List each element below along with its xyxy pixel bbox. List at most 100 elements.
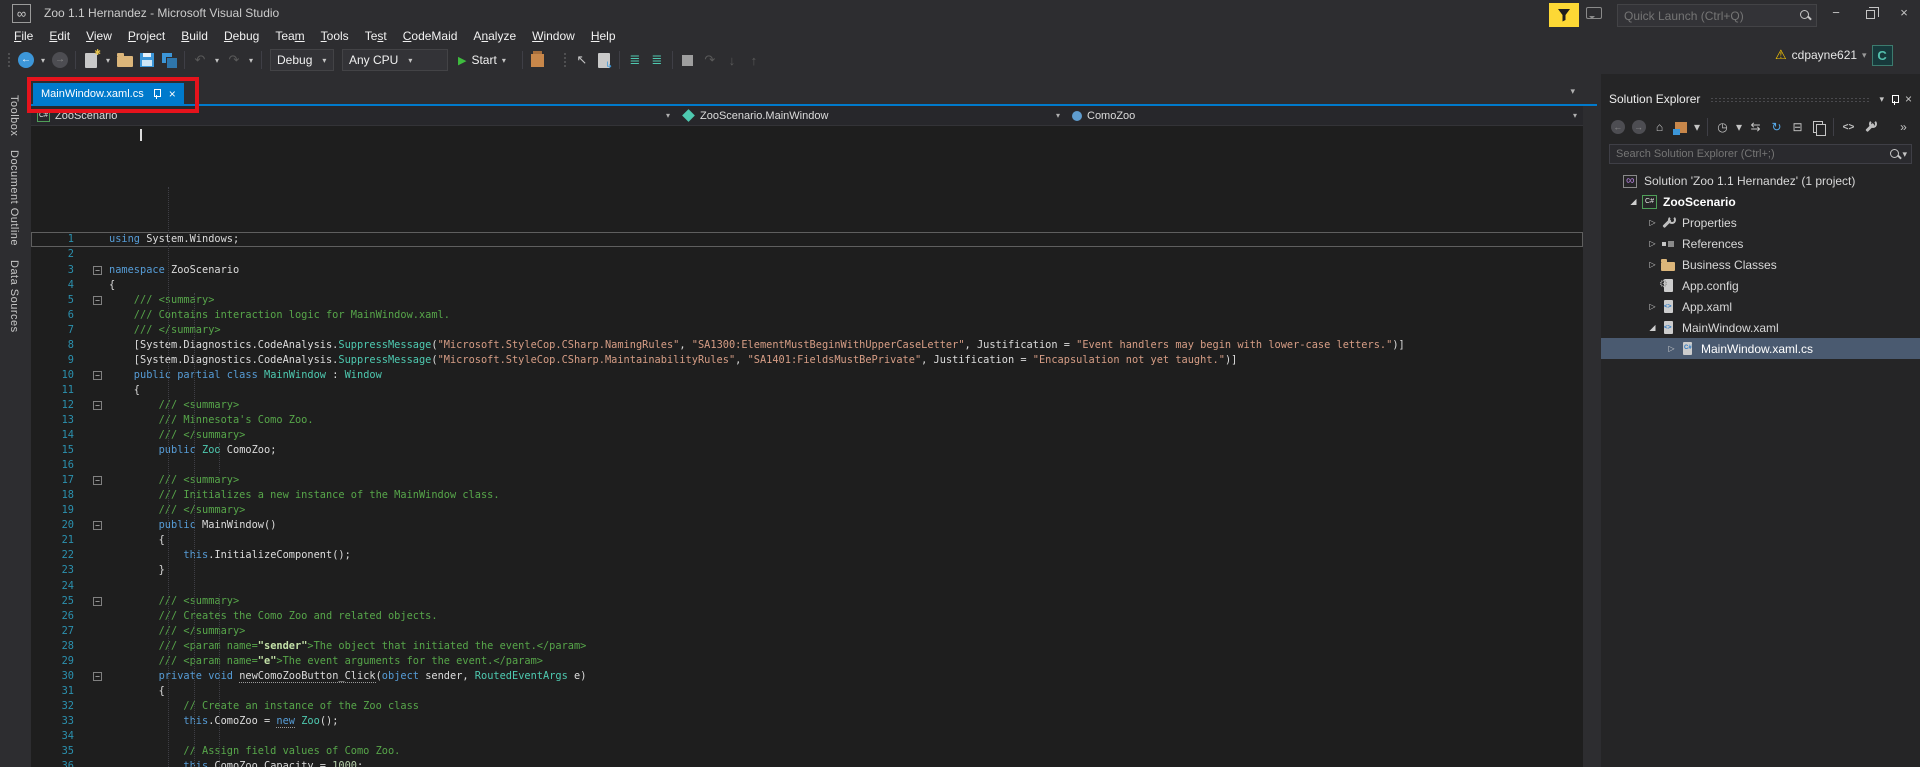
step-over-button[interactable]: ↷ bbox=[700, 49, 720, 71]
maximize-button[interactable] bbox=[1856, 4, 1884, 24]
code-line[interactable]: 3−namespace ZooScenario bbox=[31, 263, 1583, 278]
tab-close-icon[interactable]: × bbox=[169, 89, 176, 99]
code-line[interactable]: 22 this.InitializeComponent(); bbox=[31, 548, 1583, 563]
panel-close-icon[interactable]: × bbox=[1905, 92, 1912, 106]
fold-collapse-icon[interactable]: − bbox=[93, 266, 102, 275]
document-tab[interactable]: MainWindow.xaml.cs × bbox=[33, 83, 184, 104]
tree-item[interactable]: ▷Properties bbox=[1601, 212, 1920, 233]
tree-item[interactable]: ▷References bbox=[1601, 233, 1920, 254]
code-area[interactable]: 1using System.Windows;23−namespace ZooSc… bbox=[31, 127, 1583, 767]
navigate-back-dropdown[interactable]: ▾ bbox=[38, 49, 48, 71]
navigate-back-button[interactable]: ← bbox=[16, 49, 36, 71]
new-file-button[interactable] bbox=[81, 49, 101, 71]
tree-item[interactable]: Solution 'Zoo 1.1 Hernandez' (1 project) bbox=[1601, 170, 1920, 191]
solution-platform-combo[interactable]: Any CPU ▾ bbox=[342, 49, 448, 71]
code-line[interactable]: 26 /// Creates the Como Zoo and related … bbox=[31, 609, 1583, 624]
menu-item-team[interactable]: Team bbox=[267, 27, 312, 45]
fold-collapse-icon[interactable]: − bbox=[93, 476, 102, 485]
tree-item[interactable]: App.config bbox=[1601, 275, 1920, 296]
expander-icon[interactable]: ▷ bbox=[1645, 218, 1660, 227]
code-line[interactable]: 7 /// </summary> bbox=[31, 323, 1583, 338]
search-options-dropdown-icon[interactable]: ▾ bbox=[1902, 149, 1907, 160]
menu-item-analyze[interactable]: Analyze bbox=[465, 27, 524, 45]
code-line[interactable]: 15 public Zoo ComoZoo; bbox=[31, 443, 1583, 458]
code-line[interactable]: 5− /// <summary> bbox=[31, 293, 1583, 308]
save-button[interactable] bbox=[137, 49, 157, 71]
solution-configuration-combo[interactable]: Debug ▾ bbox=[270, 49, 334, 71]
pin-icon[interactable] bbox=[152, 88, 161, 99]
expander-icon[interactable]: ◢ bbox=[1626, 197, 1641, 206]
fold-collapse-icon[interactable]: − bbox=[93, 521, 102, 530]
toolbar-grip[interactable] bbox=[563, 52, 568, 68]
redo-button[interactable]: ↷ bbox=[224, 49, 244, 71]
code-line[interactable]: 32 // Create an instance of the Zoo clas… bbox=[31, 699, 1583, 714]
code-line[interactable]: 17− /// <summary> bbox=[31, 473, 1583, 488]
code-line[interactable]: 25− /// <summary> bbox=[31, 594, 1583, 609]
forward-button[interactable]: → bbox=[1629, 117, 1648, 137]
expander-icon[interactable]: ▷ bbox=[1645, 302, 1660, 311]
expander-icon[interactable]: ▷ bbox=[1645, 239, 1660, 248]
redo-dropdown[interactable]: ▾ bbox=[246, 49, 256, 71]
find-in-file-button[interactable] bbox=[594, 49, 614, 71]
code-line[interactable]: 12− /// <summary> bbox=[31, 398, 1583, 413]
switch-views-dropdown[interactable]: ▾ bbox=[1692, 117, 1702, 137]
code-line[interactable]: 35 // Assign field values of Como Zoo. bbox=[31, 744, 1583, 759]
fold-collapse-icon[interactable]: − bbox=[93, 672, 102, 681]
navigate-forward-button[interactable]: → bbox=[50, 49, 70, 71]
code-line[interactable]: 20− public MainWindow() bbox=[31, 518, 1583, 533]
code-line[interactable]: 29 /// <param name="e">The event argumen… bbox=[31, 654, 1583, 669]
pending-changes-filter-button[interactable]: ◷ bbox=[1713, 117, 1732, 137]
code-line[interactable]: 9 [System.Diagnostics.CodeAnalysis.Suppr… bbox=[31, 353, 1583, 368]
switch-views-button[interactable] bbox=[1671, 117, 1690, 137]
start-debugging-button[interactable]: ▶ Start ▾ bbox=[458, 53, 512, 67]
properties-button[interactable] bbox=[1860, 117, 1879, 137]
code-line[interactable]: 23 } bbox=[31, 563, 1583, 578]
sync-with-active-document-button[interactable]: ⇆ bbox=[1746, 117, 1765, 137]
home-button[interactable]: ⌂ bbox=[1650, 117, 1669, 137]
tree-item[interactable]: ▷App.xaml bbox=[1601, 296, 1920, 317]
code-line[interactable]: 2 bbox=[31, 247, 1583, 262]
toolbar-overflow-icon[interactable]: » bbox=[1894, 117, 1913, 137]
preview-selected-items-button[interactable] bbox=[1809, 117, 1828, 137]
bookmark-button[interactable] bbox=[678, 49, 698, 71]
quick-launch-input[interactable] bbox=[1622, 8, 1799, 24]
panel-pin-icon[interactable] bbox=[1890, 94, 1899, 105]
fold-collapse-icon[interactable]: − bbox=[93, 597, 102, 606]
menu-item-file[interactable]: File bbox=[6, 27, 41, 45]
menu-item-window[interactable]: Window bbox=[524, 27, 583, 45]
menu-item-codemaid[interactable]: CodeMaid bbox=[395, 27, 466, 45]
code-line[interactable]: 13 /// Minnesota's Como Zoo. bbox=[31, 413, 1583, 428]
view-code-button[interactable]: <> bbox=[1839, 117, 1858, 137]
code-line[interactable]: 31 { bbox=[31, 684, 1583, 699]
expander-icon[interactable]: ▷ bbox=[1664, 344, 1679, 353]
code-line[interactable]: 18 /// Initializes a new instance of the… bbox=[31, 488, 1583, 503]
code-line[interactable]: 16 bbox=[31, 458, 1583, 473]
save-all-button[interactable] bbox=[159, 49, 179, 71]
code-line[interactable]: 6 /// Contains interaction logic for Mai… bbox=[31, 308, 1583, 323]
project-dropdown[interactable]: C# ZooScenario ▾ bbox=[31, 106, 676, 126]
menu-item-debug[interactable]: Debug bbox=[216, 27, 267, 45]
refresh-button[interactable]: ↻ bbox=[1767, 117, 1786, 137]
uncomment-lines-button[interactable]: ≣ bbox=[647, 49, 667, 71]
expander-icon[interactable]: ▷ bbox=[1645, 260, 1660, 269]
attach-to-process-button[interactable] bbox=[528, 49, 548, 71]
expander-icon[interactable]: ◢ bbox=[1645, 323, 1660, 332]
step-out-button[interactable]: ↑ bbox=[744, 49, 764, 71]
fold-collapse-icon[interactable]: − bbox=[93, 296, 102, 305]
step-into-button[interactable]: ↓ bbox=[722, 49, 742, 71]
menu-item-project[interactable]: Project bbox=[120, 27, 173, 45]
code-line[interactable]: 30− private void newComoZooButton_Click(… bbox=[31, 669, 1583, 684]
code-line[interactable]: 36 this.ComoZoo.Capacity = 1000; bbox=[31, 759, 1583, 767]
panel-options-dropdown-icon[interactable]: ▾ bbox=[1879, 94, 1884, 105]
code-line[interactable]: 4{ bbox=[31, 278, 1583, 293]
fold-collapse-icon[interactable]: − bbox=[93, 371, 102, 380]
menu-item-test[interactable]: Test bbox=[357, 27, 395, 45]
tree-item[interactable]: ◢ZooScenario bbox=[1601, 191, 1920, 212]
collapse-all-button[interactable]: ⊟ bbox=[1788, 117, 1807, 137]
code-line[interactable]: 34 bbox=[31, 729, 1583, 744]
solution-explorer-titlebar[interactable]: Solution Explorer ▾ × bbox=[1601, 88, 1920, 110]
code-line[interactable]: 27 /// </summary> bbox=[31, 624, 1583, 639]
code-line[interactable]: 19 /// </summary> bbox=[31, 503, 1583, 518]
back-button[interactable]: → bbox=[1608, 117, 1627, 137]
menu-item-build[interactable]: Build bbox=[173, 27, 216, 45]
